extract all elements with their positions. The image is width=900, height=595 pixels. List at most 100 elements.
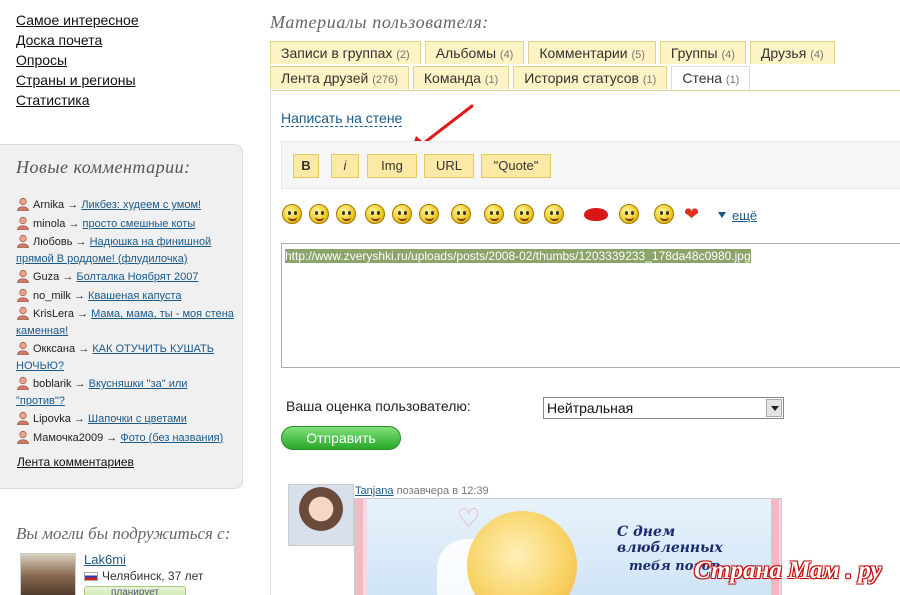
heart-icon[interactable]: ❤ — [684, 205, 702, 223]
comment-arrow: → — [73, 413, 85, 425]
tab-count: (1) — [725, 74, 740, 86]
comment-user[interactable]: boblarik — [33, 378, 72, 390]
friend-name-link[interactable]: Lak6mi — [84, 552, 126, 567]
tab-albums[interactable]: Альбомы (4) — [424, 41, 525, 64]
sad-icon[interactable] — [619, 204, 639, 224]
post-time: позавчера в 12:39 — [396, 485, 489, 497]
user-icon — [17, 216, 29, 230]
comment-user[interactable]: minola — [33, 218, 65, 230]
comment-arrow: → — [68, 217, 80, 230]
blush-icon[interactable] — [514, 204, 534, 224]
materials-title: Материалы пользователя: — [270, 12, 489, 32]
img-button[interactable]: Img — [367, 154, 417, 178]
user-icon — [17, 306, 29, 320]
friend-city-text: Челябинск, 37 лет — [102, 569, 204, 583]
tab-groups[interactable]: Группы (4) — [659, 41, 746, 64]
comment-user[interactable]: Любовь — [33, 236, 72, 248]
grin-icon[interactable] — [365, 204, 385, 224]
laugh-icon[interactable] — [392, 204, 412, 224]
write-on-wall-link[interactable]: Написать на стене — [281, 110, 403, 127]
select-arrow-icon[interactable] — [766, 399, 782, 417]
site-watermark: Страна Мам . ру — [694, 557, 882, 584]
user-icon — [17, 376, 29, 390]
surprised-icon[interactable] — [419, 204, 439, 224]
tab-label: Комментарии — [539, 45, 628, 61]
tab-friends[interactable]: Друзья (4) — [749, 41, 835, 64]
happy-icon[interactable] — [484, 204, 504, 224]
tab-group-posts[interactable]: Записи в группах (2) — [270, 41, 421, 64]
tab-label: Записи в группах — [281, 45, 393, 61]
more-smiles-link[interactable]: ещё — [718, 208, 757, 223]
wink-icon[interactable] — [336, 204, 356, 224]
nav-link-statistics[interactable]: Статистика — [16, 90, 139, 110]
comment-arrow: → — [75, 236, 87, 248]
comment-user[interactable]: Guza — [33, 271, 59, 283]
comment-item: minola → просто смешные коты — [16, 216, 238, 233]
comment-topic-link[interactable]: Ликбез: худеем с умом! — [81, 199, 201, 211]
thumbs-up-smile-icon[interactable] — [544, 204, 564, 224]
italic-button[interactable]: i — [331, 154, 359, 178]
smile-icon[interactable] — [282, 204, 302, 224]
comments-feed-link[interactable]: Лента комментариев — [17, 455, 134, 469]
comment-user[interactable]: KrisLera — [33, 308, 74, 320]
user-icon — [17, 234, 29, 248]
editor-toolbar: B i Img URL "Quote" — [281, 141, 900, 189]
dance-smile-icon[interactable] — [451, 204, 471, 224]
nav-link-regions[interactable]: Страны и регионы — [16, 70, 139, 90]
tab-label: Лента друзей — [281, 70, 369, 86]
comment-user[interactable]: no_milk — [33, 290, 71, 302]
new-comments-box: Новые комментарии: Arnika → Ликбез: худе… — [0, 144, 243, 489]
tab-status-history[interactable]: История статусов (1) — [513, 66, 668, 89]
comment-topic-link[interactable]: Болталка Ноябрят 2007 — [76, 271, 198, 283]
user-icon — [17, 430, 29, 444]
friend-avatar[interactable] — [20, 553, 76, 595]
smile-icon[interactable] — [309, 204, 329, 224]
comment-topic-link[interactable]: Фото (без названия) — [120, 432, 223, 444]
quote-button[interactable]: "Quote" — [481, 154, 551, 178]
rating-select[interactable]: Нейтральная — [543, 397, 784, 419]
comment-item: Lipovka → Шапочки с цветами — [16, 411, 238, 428]
nav-link-polls[interactable]: Опросы — [16, 50, 139, 70]
url-button[interactable]: URL — [424, 154, 474, 178]
bold-button[interactable]: B — [293, 154, 319, 178]
user-icon — [17, 288, 29, 302]
more-smiles-label: ещё — [732, 208, 758, 223]
comment-topic-link[interactable]: Шапочки с цветами — [88, 413, 187, 425]
comment-user[interactable]: Arnika — [33, 199, 64, 211]
comment-user[interactable]: Lipovka — [33, 413, 71, 425]
send-button[interactable]: Отправить — [281, 426, 401, 450]
comment-topic-link[interactable]: Квашеная капуста — [88, 290, 181, 302]
rating-select-value: Нейтральная — [547, 400, 634, 416]
comment-arrow: → — [73, 289, 85, 302]
tab-label: История статусов — [524, 70, 639, 86]
tab-friends-feed[interactable]: Лента друзей (276) — [270, 66, 409, 89]
comment-user[interactable]: Окксана — [33, 343, 75, 355]
tab-label: Альбомы — [435, 45, 497, 61]
tabs-row-1: Записи в группах (2) Альбомы (4) Коммент… — [270, 41, 835, 64]
tab-count: (4) — [499, 49, 514, 61]
confused-icon[interactable] — [654, 204, 674, 224]
comment-item: no_milk → Квашеная капуста — [16, 288, 238, 305]
heart-decoration-icon: ♡ — [457, 503, 481, 533]
new-comments-title: Новые комментарии: — [16, 157, 191, 177]
wall-message-textarea[interactable]: http://www.zveryshki.ru/uploads/posts/20… — [281, 243, 900, 368]
comment-user[interactable]: Мамочка2009 — [33, 432, 103, 444]
user-icon — [17, 411, 29, 425]
tab-count: (1) — [484, 74, 499, 86]
top-nav: Самое интересное Доска почета Опросы Стр… — [16, 10, 139, 110]
comment-topic-link[interactable]: просто смешные коты — [83, 218, 196, 230]
comment-item: boblarik → Вкусняшки "за" или "против"? — [16, 376, 238, 409]
tab-wall[interactable]: Стена (1) — [671, 66, 751, 91]
post-author-link[interactable]: Tanjana — [355, 485, 394, 497]
kiss-lips-icon[interactable] — [584, 208, 608, 221]
tab-team[interactable]: Команда (1) — [412, 66, 510, 89]
comment-item: Любовь → Надюшка на финишной прямой В ро… — [16, 234, 238, 267]
selected-url-text: http://www.zveryshki.ru/uploads/posts/20… — [285, 249, 751, 263]
tab-comments[interactable]: Комментарии (5) — [528, 41, 656, 64]
tab-count: (276) — [372, 74, 398, 86]
nav-link-honor-board[interactable]: Доска почета — [16, 30, 139, 50]
post-author-avatar[interactable] — [288, 484, 354, 546]
tab-label: Команда — [423, 70, 481, 86]
comment-item: Arnika → Ликбез: худеем с умом! — [16, 197, 238, 214]
nav-link-interesting[interactable]: Самое интересное — [16, 10, 139, 30]
